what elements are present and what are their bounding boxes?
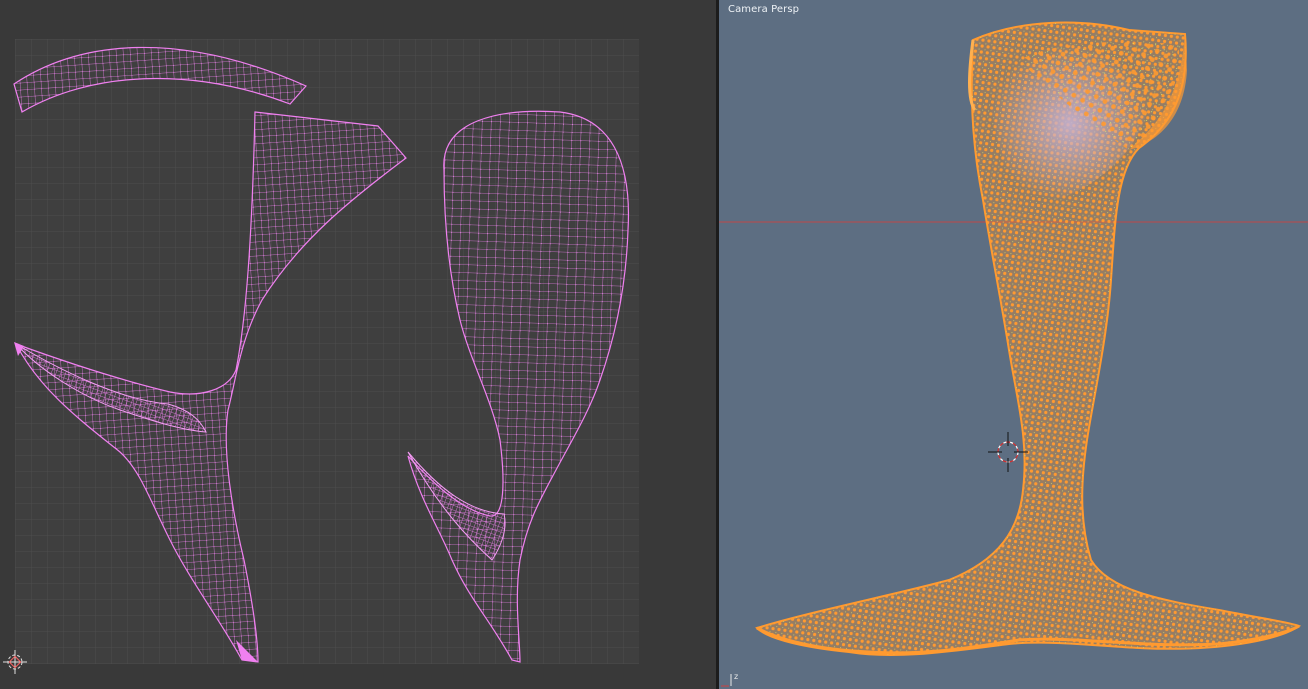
app-window: z Camera Persp — [0, 0, 1308, 689]
3d-cursor[interactable] — [988, 432, 1028, 472]
uv-editor-panel[interactable] — [0, 0, 716, 689]
axis-label-z: z — [734, 672, 738, 681]
viewport-view-label: Camera Persp — [728, 4, 800, 15]
axis-gizmo: z — [721, 672, 738, 687]
mesh-leg[interactable] — [755, 21, 1302, 656]
3d-viewport-canvas[interactable]: z — [719, 0, 1308, 689]
3d-viewport-panel[interactable]: z Camera Persp — [719, 0, 1308, 689]
uv-canvas[interactable] — [0, 0, 716, 689]
